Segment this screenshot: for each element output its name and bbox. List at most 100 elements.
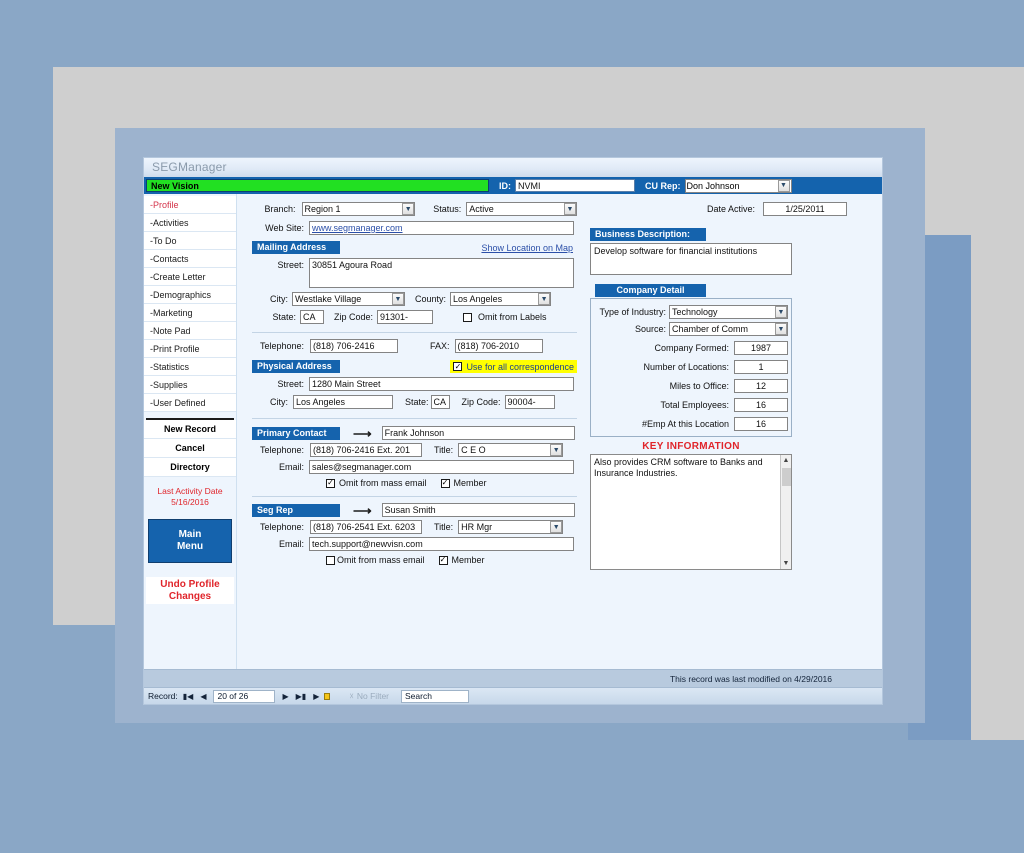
physical-street-input[interactable]: 1280 Main Street [309,377,574,391]
miles-to-office-label: Miles to Office: [669,381,729,391]
website-link[interactable]: www.segmanager.com [312,223,403,233]
source-select[interactable]: Chamber of Comm ▼ [669,322,788,336]
use-for-correspondence-group[interactable]: ✓ Use for all correspondence [450,360,577,373]
scroll-down-icon[interactable]: ▼ [783,558,790,569]
emp-at-location-input[interactable]: 16 [734,417,788,431]
seg-rep-email-input[interactable]: tech.support@newvisn.com [309,537,574,551]
sidebar-item-demographics[interactable]: -Demographics [144,286,236,304]
fax-input[interactable]: (818) 706-2010 [454,339,543,353]
last-activity-info: Last Activity Date 5/16/2016 [144,486,236,508]
seg-rep-member-checkbox[interactable]: ✓ [438,555,448,565]
filter-status[interactable]: ☓ No Filter [349,691,389,702]
cancel-button[interactable]: Cancel [144,439,236,458]
id-input[interactable]: NVMI [515,179,635,192]
seg-rep-title-select[interactable]: HR Mgr ▼ [458,520,564,534]
sidebar-item-statistics[interactable]: -Statistics [144,358,236,376]
primary-contact-header-row: Primary Contact ⟶ Frank Johnson [252,426,577,440]
search-input[interactable]: Search [401,689,470,703]
seg-rep-name-input[interactable]: Susan Smith [381,503,575,517]
sidebar-item-to-do[interactable]: -To Do [144,232,236,250]
mailing-address-header: Mailing Address [252,241,340,254]
new-record-button[interactable]: New Record [144,420,236,439]
mailing-street-input[interactable]: 30851 Agoura Road [309,258,574,288]
last-record-icon[interactable]: ▶▮ [294,692,309,701]
company-formed-input[interactable]: 1987 [734,341,788,355]
mailing-state-input[interactable]: CA [300,310,324,324]
company-formed-row: Company Formed: 1987 [594,341,788,355]
branch-label: Branch: [264,204,296,214]
seg-rep-header-row: Seg Rep ⟶ Susan Smith [252,503,577,517]
website-input[interactable]: www.segmanager.com [309,221,574,235]
primary-contact-telephone-label: Telephone: [259,445,304,455]
company-name-banner: New Vision [146,179,489,192]
primary-omit-mass-email-checkbox[interactable]: ✓ [326,478,335,488]
physical-city-input[interactable]: Los Angeles [293,395,393,409]
primary-contact-email-input[interactable]: sales@segmanager.com [309,460,574,474]
sidebar-item-activities[interactable]: -Activities [144,214,236,232]
key-information-textarea[interactable]: Also provides CRM software to Banks and … [591,455,780,569]
miles-to-office-input[interactable]: 12 [734,379,788,393]
use-for-correspondence-checkbox[interactable]: ✓ [453,362,463,371]
sidebar-item-supplies[interactable]: -Supplies [144,376,236,394]
chevron-down-icon: ▼ [402,203,415,215]
mailing-header-row: Mailing Address Show Location on Map [252,241,577,254]
telephone-input[interactable]: (818) 706-2416 [310,339,398,353]
chevron-down-icon: ▼ [775,306,787,318]
sidebar-item-contacts[interactable]: -Contacts [144,250,236,268]
primary-contact-title-select[interactable]: C E O ▼ [458,443,564,457]
branch-select[interactable]: Region 1 ▼ [301,202,416,216]
omit-from-labels-checkbox[interactable] [463,312,473,322]
mailing-zip-input[interactable]: 91301- [377,310,434,324]
sidebar-item-create-letter[interactable]: -Create Letter [144,268,236,286]
last-activity-date: 5/16/2016 [171,497,209,507]
scroll-up-icon[interactable]: ▲ [783,455,790,466]
status-select[interactable]: Active ▼ [466,202,578,216]
directory-button[interactable]: Directory [144,458,236,477]
previous-record-icon[interactable]: ◀ [198,692,208,701]
source-value: Chamber of Comm [672,324,749,334]
cu-rep-select[interactable]: Don Johnson ▼ [684,178,792,193]
source-row: Source: Chamber of Comm ▼ [594,322,788,336]
sidebar-item-profile[interactable]: -Profile [144,196,236,214]
key-information-scrollbar[interactable]: ▲ ▼ [780,455,791,569]
date-active-input[interactable]: 1/25/2011 [763,202,847,216]
physical-zip-input[interactable]: 90004- [504,395,555,409]
seg-rep-omit-mass-email-checkbox[interactable] [326,555,335,565]
primary-contact-name-input[interactable]: Frank Johnson [381,426,575,440]
physical-street-label: Street: [277,379,304,389]
emp-at-location-row: #Emp At this Location 16 [594,417,788,431]
sidebar: -Profile -Activities -To Do -Contacts -C… [144,194,237,669]
id-label: ID: [499,180,511,191]
primary-member-checkbox[interactable]: ✓ [440,478,450,488]
seg-rep-telephone-input[interactable]: (818) 706-2541 Ext. 6203 [310,520,422,534]
number-of-locations-row: Number of Locations: 1 [594,360,788,374]
show-location-on-map-link[interactable]: Show Location on Map [481,243,573,253]
total-employees-input[interactable]: 16 [734,398,788,412]
sidebar-item-user-defined[interactable]: -User Defined [144,394,236,412]
mailing-county-select[interactable]: Los Angeles ▼ [450,292,552,306]
physical-state-input[interactable]: CA [430,395,450,409]
seg-rep-omit-mass-email-label: Omit from mass email [337,555,425,565]
new-record-nav-icon[interactable]: ▶ [311,692,321,701]
status-strip: This record was last modified on 4/29/20… [144,669,882,687]
number-of-locations-input[interactable]: 1 [734,360,788,374]
primary-contact-telephone-input[interactable]: (818) 706-2416 Ext. 201 [310,443,422,457]
last-modified-text: This record was last modified on 4/29/20… [669,673,832,684]
chevron-down-icon: ▼ [775,323,787,335]
next-record-icon[interactable]: ▶ [280,692,290,701]
undo-profile-changes-button[interactable]: Undo Profile Changes [146,577,234,604]
sidebar-item-print-profile[interactable]: -Print Profile [144,340,236,358]
first-record-icon[interactable]: ▮◀ [181,692,196,701]
industry-select[interactable]: Technology ▼ [669,305,788,319]
sidebar-item-marketing[interactable]: -Marketing [144,304,236,322]
business-description-textarea[interactable]: Develop software for financial instituti… [590,243,792,275]
scrollbar-thumb[interactable] [781,468,791,486]
status-value: Active [469,204,494,214]
mailing-city-select[interactable]: Westlake Village ▼ [292,292,405,306]
physical-header-row: Physical Address ✓ Use for all correspon… [252,360,577,373]
main-menu-button[interactable]: Main Menu [148,519,232,563]
total-employees-label: Total Employees: [660,400,729,410]
industry-row: Type of Industry: Technology ▼ [594,305,788,319]
record-counter-input[interactable]: 20 of 26 [213,689,276,703]
sidebar-item-note-pad[interactable]: -Note Pad [144,322,236,340]
